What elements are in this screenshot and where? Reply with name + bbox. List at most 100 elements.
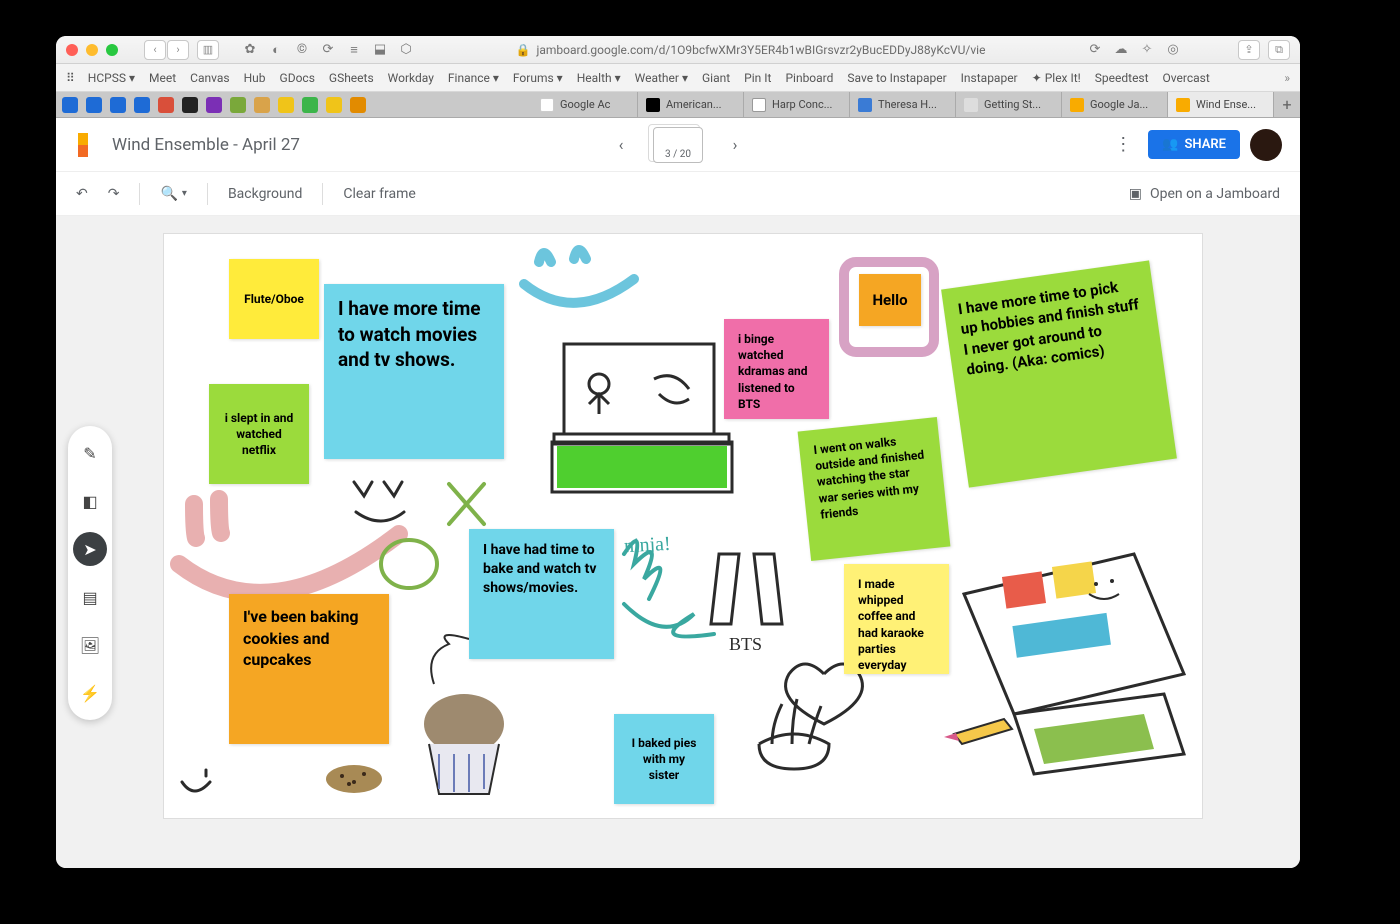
- laser-tool[interactable]: ⚡: [73, 676, 107, 710]
- close-window-button[interactable]: [66, 44, 78, 56]
- bookmark-item[interactable]: Speedtest: [1095, 71, 1149, 85]
- jamboard-logo-icon[interactable]: [74, 133, 98, 157]
- prev-frame-button[interactable]: ‹: [607, 131, 635, 159]
- pinned-tab[interactable]: [350, 97, 366, 113]
- bookmark-item[interactable]: GSheets: [329, 71, 374, 85]
- back-button[interactable]: ‹: [144, 40, 166, 60]
- new-tab-button[interactable]: +: [1274, 92, 1300, 117]
- tab[interactable]: Getting St...: [956, 92, 1062, 117]
- compass-icon[interactable]: ◎: [1164, 41, 1182, 59]
- clear-frame-button[interactable]: Clear frame: [343, 186, 415, 202]
- tabs-icon[interactable]: ⧉: [1268, 40, 1290, 60]
- sticky-note[interactable]: Hello: [859, 274, 921, 326]
- pinned-tab[interactable]: [206, 97, 222, 113]
- ext-icon[interactable]: ⬓: [371, 41, 389, 59]
- app-header: Wind Ensemble - April 27 ‹ 3 / 20 › ⋮ 👥 …: [56, 118, 1300, 172]
- bookmarks-overflow[interactable]: »: [1284, 71, 1290, 85]
- bookmark-item[interactable]: HCPSS▾: [88, 71, 135, 85]
- sticky-note[interactable]: Flute/Oboe: [229, 259, 319, 339]
- sticky-note[interactable]: I baked pies with my sister: [614, 714, 714, 804]
- share-icon[interactable]: ⇪: [1238, 40, 1260, 60]
- bookmark-item[interactable]: Finance▾: [448, 71, 499, 85]
- maximize-window-button[interactable]: [106, 44, 118, 56]
- minimize-window-button[interactable]: [86, 44, 98, 56]
- redo-button[interactable]: ↷: [108, 186, 120, 202]
- undo-button[interactable]: ↶: [76, 186, 88, 202]
- bookmark-item[interactable]: Pin It: [744, 71, 771, 85]
- account-avatar[interactable]: [1250, 129, 1282, 161]
- background-button[interactable]: Background: [228, 186, 302, 202]
- pinned-tab[interactable]: [326, 97, 342, 113]
- ext-icon[interactable]: ⬡: [397, 41, 415, 59]
- sticky-note[interactable]: I went on walks outside and finished wat…: [798, 417, 951, 561]
- ext-icon[interactable]: ◐: [267, 41, 285, 59]
- frame-indicator[interactable]: 3 / 20: [653, 127, 703, 163]
- bookmark-item[interactable]: Overcast: [1163, 71, 1210, 85]
- sticky-note[interactable]: I have more time to watch movies and tv …: [324, 284, 504, 459]
- pinned-tab[interactable]: [158, 97, 174, 113]
- ext-icon[interactable]: ⟳: [319, 41, 337, 59]
- select-tool[interactable]: ➤: [73, 532, 107, 566]
- eraser-tool[interactable]: ◧: [73, 484, 107, 518]
- bookmark-item[interactable]: Pinboard: [785, 71, 833, 85]
- forward-button[interactable]: ›: [167, 40, 189, 60]
- tab[interactable]: American...: [638, 92, 744, 117]
- pinned-tab[interactable]: [62, 97, 78, 113]
- sticky-note[interactable]: i binge watched kdramas and listened to …: [724, 319, 829, 419]
- address-bar[interactable]: 🔒 jamboard.google.com/d/1O9bcfwXMr3Y5ER4…: [423, 43, 1078, 57]
- pinned-tab[interactable]: [278, 97, 294, 113]
- bookmark-item[interactable]: Meet: [149, 71, 176, 85]
- sticky-note[interactable]: I've been baking cookies and cupcakes: [229, 594, 389, 744]
- sticky-note[interactable]: I have more time to pick up hobbies and …: [941, 260, 1177, 487]
- handwritten-text: BTS: [729, 634, 762, 655]
- zoom-button[interactable]: 🔍 ▾: [160, 186, 186, 202]
- bookmark-item[interactable]: Instapaper: [961, 71, 1018, 85]
- cloud-icon[interactable]: ☁: [1112, 41, 1130, 59]
- sticky-note[interactable]: I made whipped coffee and had karaoke pa…: [844, 564, 949, 674]
- sticky-note-tool[interactable]: ▤: [73, 580, 107, 614]
- bookmark-item[interactable]: Weather▾: [635, 71, 688, 85]
- star-icon[interactable]: ✧: [1138, 41, 1156, 59]
- pinned-tabs: [56, 92, 372, 117]
- bookmark-item[interactable]: Canvas: [190, 71, 229, 85]
- pen-tool[interactable]: ✎: [73, 436, 107, 470]
- jamboard-canvas[interactable]: Flute/Oboe I have more time to watch mov…: [164, 234, 1202, 818]
- sidebar-button[interactable]: ▥: [197, 40, 219, 60]
- tab[interactable]: Google Ja...: [1062, 92, 1168, 117]
- pinned-tab[interactable]: [254, 97, 270, 113]
- bookmark-item[interactable]: ✦Plex It!: [1032, 71, 1081, 85]
- bookmark-item[interactable]: Hub: [244, 71, 266, 85]
- apps-grid-icon[interactable]: ⠿: [66, 71, 74, 85]
- image-tool[interactable]: 🖼: [73, 628, 107, 662]
- ext-icon[interactable]: ≡: [345, 41, 363, 59]
- sticky-note[interactable]: I have had time to bake and watch tv sho…: [469, 529, 614, 659]
- bookmark-item[interactable]: GDocs: [280, 71, 315, 85]
- ext-icon[interactable]: ✿: [241, 41, 259, 59]
- ext-icon[interactable]: ©: [293, 41, 311, 59]
- tab-active[interactable]: Wind Ense...: [1168, 92, 1274, 117]
- share-button[interactable]: 👥 SHARE: [1148, 130, 1240, 159]
- bookmark-item[interactable]: Giant: [702, 71, 730, 85]
- bookmark-item[interactable]: Save to Instapaper: [847, 71, 946, 85]
- more-menu-button[interactable]: ⋮: [1108, 130, 1138, 160]
- pinned-tab[interactable]: [86, 97, 102, 113]
- pinned-tab[interactable]: [110, 97, 126, 113]
- reload-icon[interactable]: ⟳: [1086, 41, 1104, 59]
- document-title[interactable]: Wind Ensemble - April 27: [112, 135, 300, 155]
- tab[interactable]: Theresa H...: [850, 92, 956, 117]
- pinned-tab[interactable]: [230, 97, 246, 113]
- bookmarks-bar: ⠿ HCPSS▾ Meet Canvas Hub GDocs GSheets W…: [56, 64, 1300, 92]
- pinned-tab[interactable]: [182, 97, 198, 113]
- tab[interactable]: Google Ac: [532, 92, 638, 117]
- bookmark-item[interactable]: Health▾: [577, 71, 621, 85]
- sticky-note[interactable]: i slept in and watched netflix: [209, 384, 309, 484]
- bookmark-item[interactable]: Forums▾: [513, 71, 563, 85]
- lock-icon: 🔒: [516, 43, 531, 57]
- open-on-jamboard[interactable]: ▣ Open on a Jamboard: [1129, 186, 1280, 202]
- next-frame-button[interactable]: ›: [721, 131, 749, 159]
- bookmark-item[interactable]: Workday: [388, 71, 434, 85]
- divider: [139, 183, 140, 205]
- pinned-tab[interactable]: [134, 97, 150, 113]
- pinned-tab[interactable]: [302, 97, 318, 113]
- tab[interactable]: Harp Conc...: [744, 92, 850, 117]
